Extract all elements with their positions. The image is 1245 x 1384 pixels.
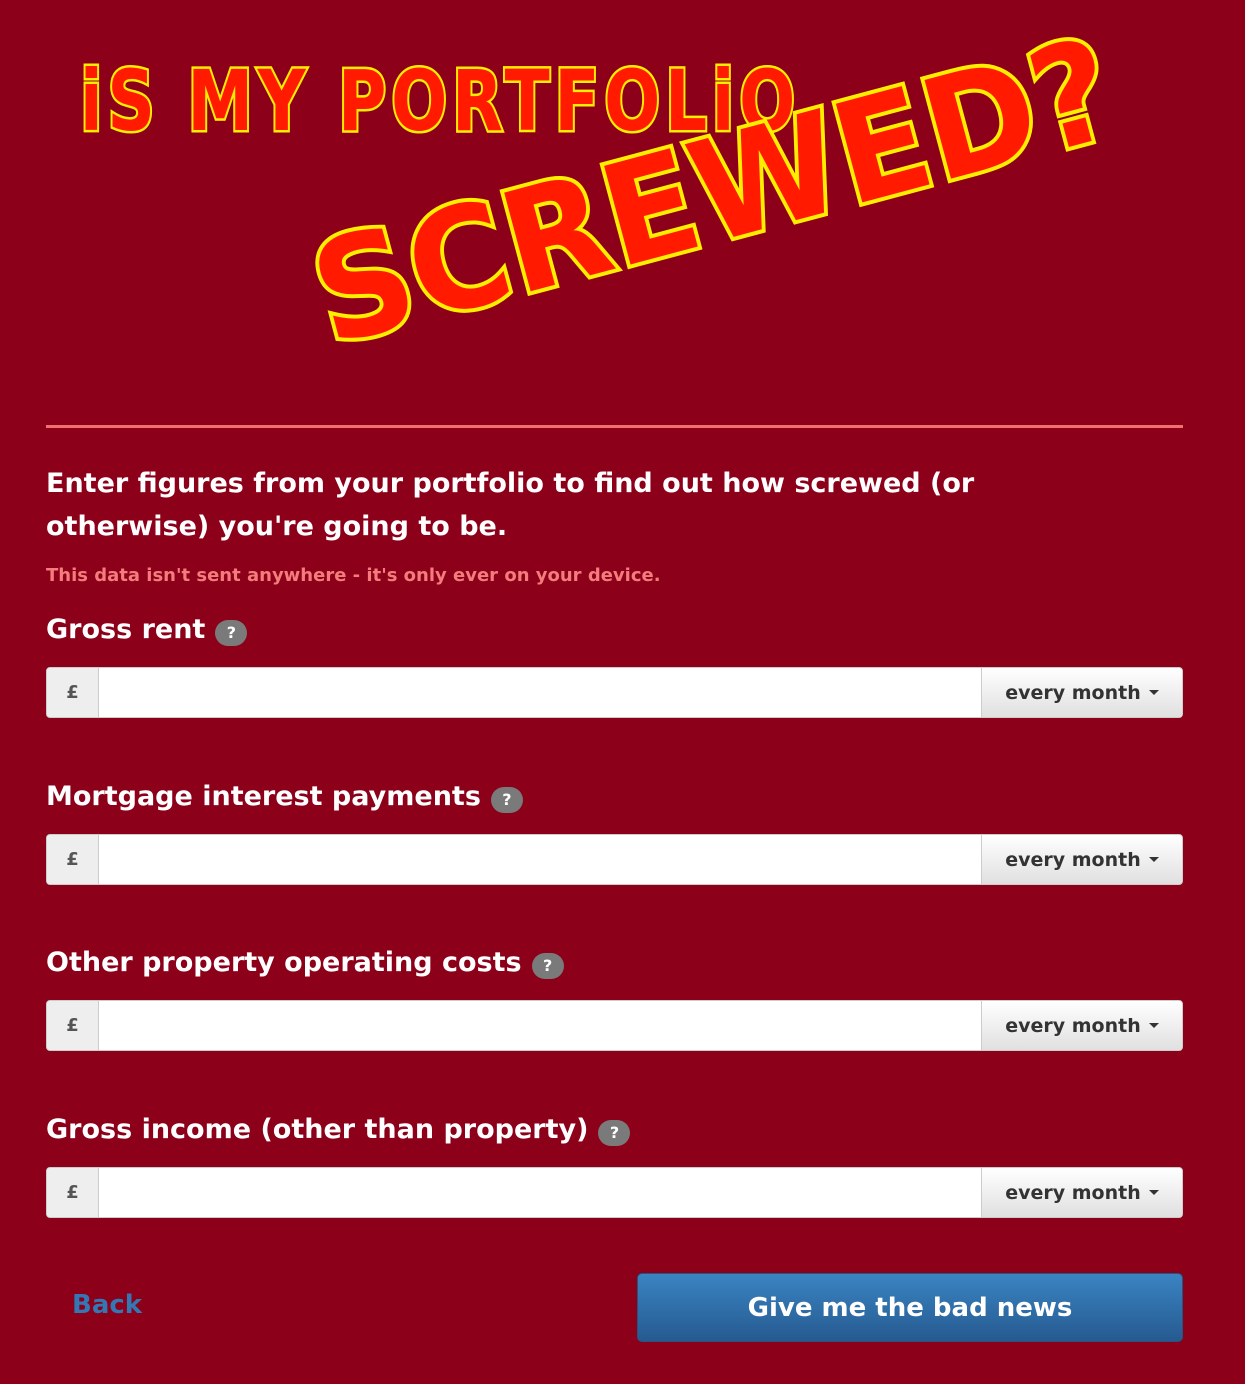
help-icon[interactable]: ? — [215, 620, 248, 646]
divider — [46, 425, 1183, 428]
help-icon[interactable]: ? — [598, 1120, 631, 1146]
period-label: every month — [1005, 1014, 1141, 1037]
period-dropdown[interactable]: every month — [981, 1001, 1182, 1050]
submit-button[interactable]: Give me the bad news — [637, 1273, 1183, 1342]
input-group: £ every month — [46, 834, 1183, 885]
period-label: every month — [1005, 848, 1141, 871]
period-label: every month — [1005, 681, 1141, 704]
period-dropdown[interactable]: every month — [981, 668, 1182, 717]
back-link[interactable]: Back — [72, 1290, 142, 1320]
field-label: Mortgage interest payments — [46, 781, 481, 812]
period-dropdown[interactable]: every month — [981, 835, 1182, 884]
field-label: Other property operating costs — [46, 947, 522, 978]
input-group: £ every month — [46, 667, 1183, 718]
operating-costs-input[interactable] — [99, 1001, 981, 1050]
field-gross-rent: Gross rent ? £ every month — [46, 610, 1183, 718]
help-icon[interactable]: ? — [490, 787, 523, 813]
field-label: Gross rent — [46, 614, 206, 645]
site-logo: iS MY PORTFOLiO SCREWED? — [60, 30, 1170, 380]
intro-text: Enter figures from your portfolio to fin… — [46, 468, 975, 542]
currency-addon: £ — [47, 835, 99, 884]
currency-addon: £ — [47, 668, 99, 717]
caret-down-icon — [1148, 1190, 1159, 1195]
currency-addon: £ — [47, 1001, 99, 1050]
caret-down-icon — [1148, 1023, 1159, 1028]
field-gross-income: Gross income (other than property) ? £ e… — [46, 1110, 1183, 1218]
period-dropdown[interactable]: every month — [981, 1168, 1182, 1217]
caret-down-icon — [1148, 857, 1159, 862]
input-group: £ every month — [46, 1000, 1183, 1051]
help-icon[interactable]: ? — [531, 953, 564, 979]
period-label: every month — [1005, 1181, 1141, 1204]
gross-income-input[interactable] — [99, 1168, 981, 1217]
input-group: £ every month — [46, 1167, 1183, 1218]
currency-addon: £ — [47, 1168, 99, 1217]
privacy-note: This data isn't sent anywhere - it's onl… — [46, 565, 661, 586]
field-mortgage-interest: Mortgage interest payments ? £ every mon… — [46, 777, 1183, 885]
field-operating-costs: Other property operating costs ? £ every… — [46, 943, 1183, 1051]
gross-rent-input[interactable] — [99, 668, 981, 717]
mortgage-interest-input[interactable] — [99, 835, 981, 884]
page: iS MY PORTFOLiO SCREWED? Enter figures f… — [0, 0, 1245, 1384]
field-label: Gross income (other than property) — [46, 1114, 589, 1145]
caret-down-icon — [1148, 690, 1159, 695]
